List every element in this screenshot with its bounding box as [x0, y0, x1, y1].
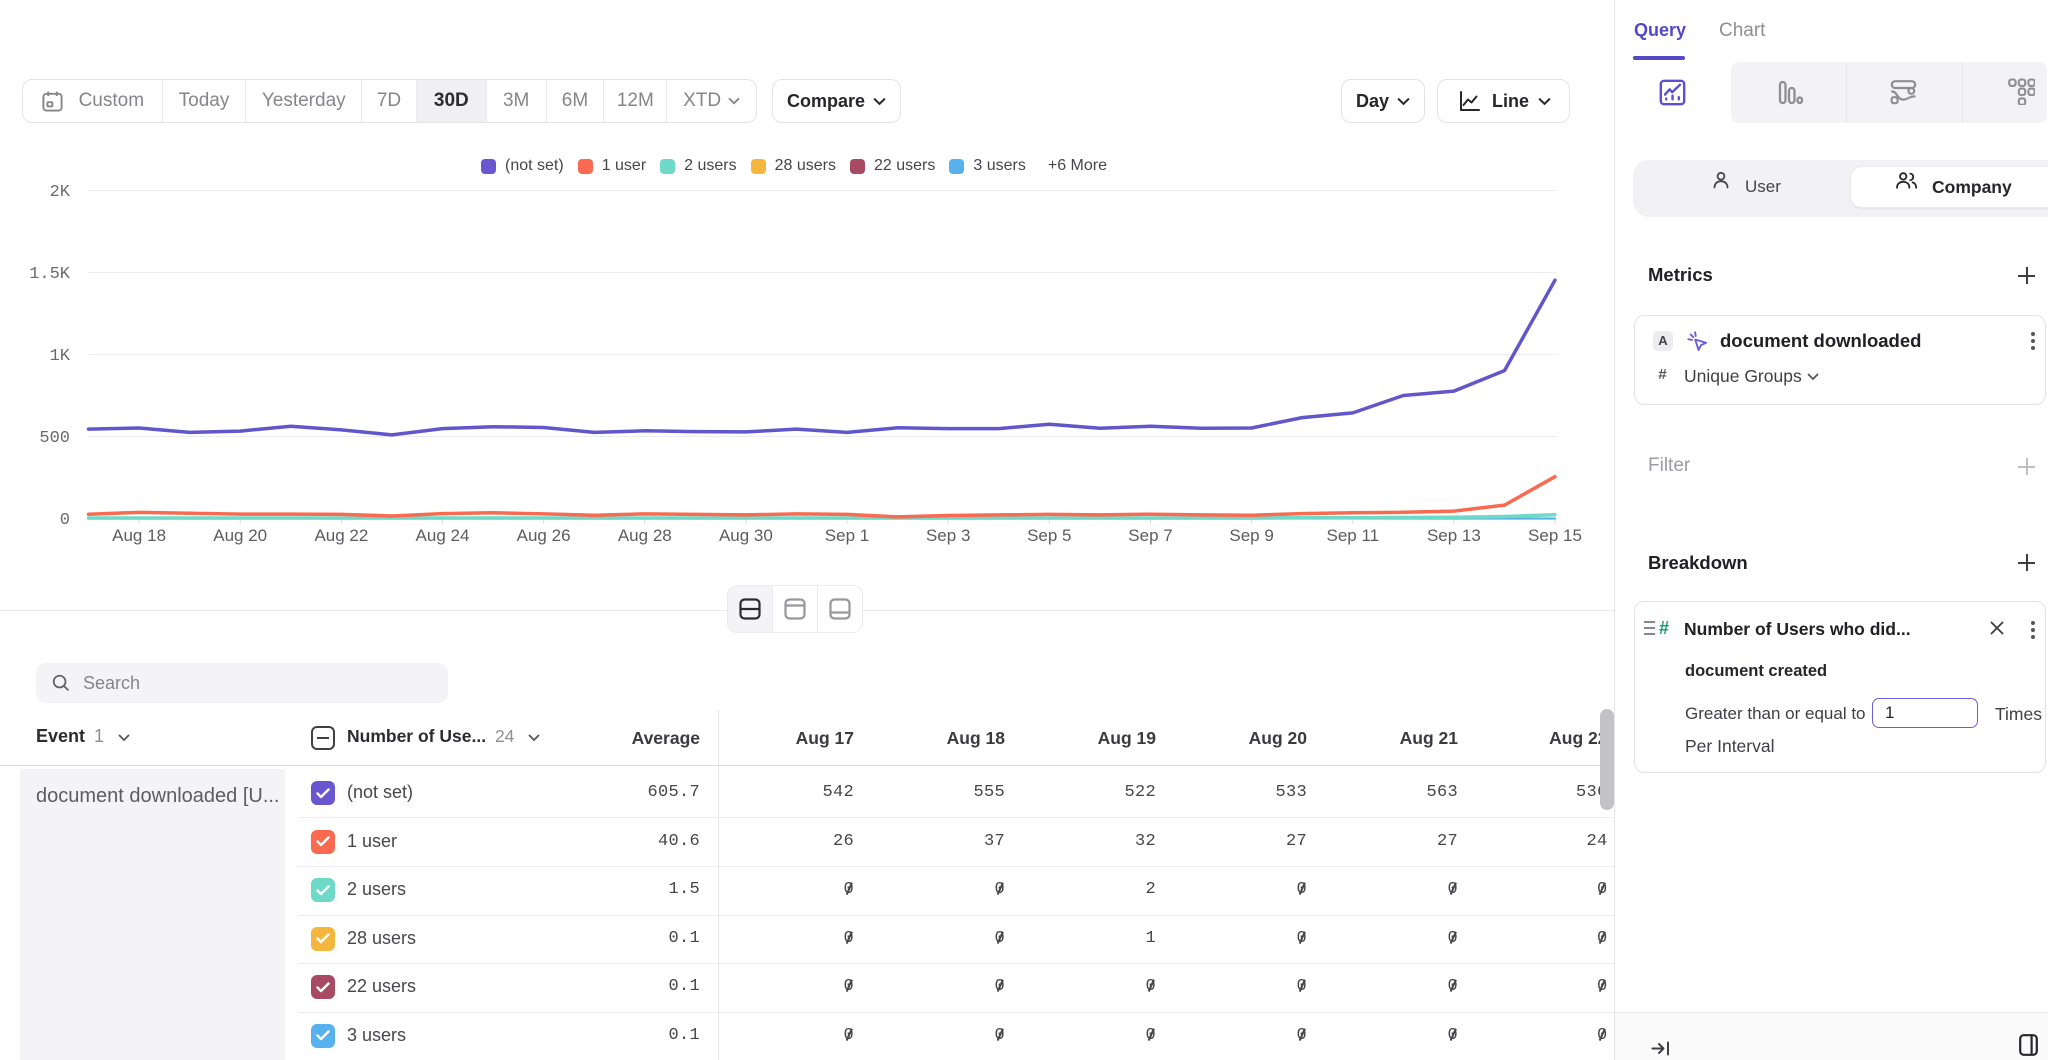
svg-text:500: 500: [39, 429, 70, 448]
svg-text:Sep 1: Sep 1: [825, 526, 869, 545]
svg-text:Aug 20: Aug 20: [213, 526, 267, 545]
svg-text:Sep 7: Sep 7: [1128, 526, 1172, 545]
svg-text:Sep 13: Sep 13: [1427, 526, 1481, 545]
svg-text:Aug 22: Aug 22: [314, 526, 368, 545]
svg-text:Sep 5: Sep 5: [1027, 526, 1071, 545]
svg-text:Aug 26: Aug 26: [517, 526, 571, 545]
svg-text:Sep 3: Sep 3: [926, 526, 970, 545]
svg-text:Sep 15: Sep 15: [1528, 526, 1582, 545]
svg-text:1.5K: 1.5K: [29, 265, 71, 284]
svg-text:Aug 24: Aug 24: [416, 526, 470, 545]
svg-text:Aug 28: Aug 28: [618, 526, 672, 545]
svg-text:Aug 18: Aug 18: [112, 526, 166, 545]
svg-text:1K: 1K: [50, 347, 71, 366]
svg-text:Sep 11: Sep 11: [1326, 526, 1379, 545]
svg-text:2K: 2K: [50, 183, 71, 202]
svg-text:Sep 9: Sep 9: [1229, 526, 1273, 545]
svg-text:0: 0: [60, 511, 70, 530]
svg-text:Aug 30: Aug 30: [719, 526, 773, 545]
